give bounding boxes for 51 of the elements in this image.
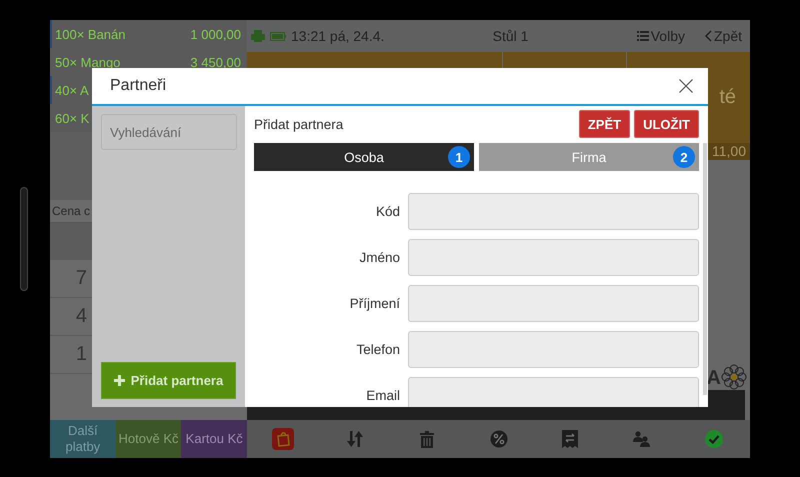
item-name: 40× A <box>55 82 89 98</box>
item-name: 100× Banán <box>55 26 126 42</box>
shopping-bag-icon[interactable] <box>272 428 294 450</box>
back-link[interactable]: Zpět <box>704 28 742 44</box>
tab[interactable]: Osoba 1 <box>254 143 474 171</box>
tab[interactable]: Firma 2 <box>479 143 699 171</box>
scrollbar[interactable] <box>703 143 707 395</box>
close-icon <box>679 79 693 93</box>
add-partner-button[interactable]: Přidat partnera <box>101 362 236 399</box>
form-title: Přidat partnera <box>254 116 344 132</box>
input-field[interactable] <box>408 377 699 407</box>
sort-arrows-icon[interactable] <box>346 430 364 448</box>
list-icon <box>636 31 649 41</box>
search-field[interactable]: Vyhledávání <box>101 114 237 150</box>
table-name: Stůl 1 <box>492 28 528 44</box>
field-label: Telefon <box>355 342 400 357</box>
item-name: 50× Mango <box>55 54 120 70</box>
input-field[interactable] <box>408 285 699 322</box>
item-name: 60× K <box>55 110 90 126</box>
step-badge: 1 <box>448 146 470 168</box>
percent-icon[interactable] <box>490 430 508 448</box>
battery-icon <box>270 32 286 40</box>
item-price: 1 000,00 <box>190 26 241 42</box>
options-menu[interactable]: Volby <box>636 28 685 44</box>
checkmark-icon[interactable] <box>705 430 724 448</box>
field-label: Kód <box>374 204 400 219</box>
people-icon[interactable] <box>633 431 652 447</box>
trash-icon[interactable] <box>420 430 434 448</box>
logo-drawing: A <box>706 364 747 390</box>
field-label: Email <box>365 388 400 403</box>
input-field[interactable] <box>408 331 699 368</box>
input-field[interactable] <box>408 193 699 230</box>
step-badge: 2 <box>673 146 695 168</box>
plus-icon <box>114 375 125 386</box>
order-item[interactable]: 100× Banán 1 000,00 <box>50 20 247 48</box>
save-button[interactable]: ULOŽIT <box>634 110 699 138</box>
dialog-title: Partneři <box>110 77 166 95</box>
payment-button[interactable]: Kartou Kč <box>181 420 248 458</box>
input-field[interactable] <box>408 239 699 276</box>
tile-price: 11,00 <box>712 143 746 160</box>
item-price: 3 450,00 <box>190 54 241 70</box>
close-button[interactable] <box>679 79 693 93</box>
payment-button[interactable]: Hotově Kč <box>116 420 182 458</box>
tile-label: té <box>719 86 736 109</box>
back-button[interactable]: ZPĚT <box>578 110 630 138</box>
field-label: Příjmení <box>348 296 400 311</box>
field-label: Jméno <box>358 250 400 265</box>
clock-date: 13:21 pá, 24.4. <box>291 28 384 44</box>
chevron-left-icon <box>704 30 712 42</box>
receipt-swap-icon[interactable] <box>562 430 578 448</box>
payment-button[interactable]: Další platby <box>50 420 116 458</box>
